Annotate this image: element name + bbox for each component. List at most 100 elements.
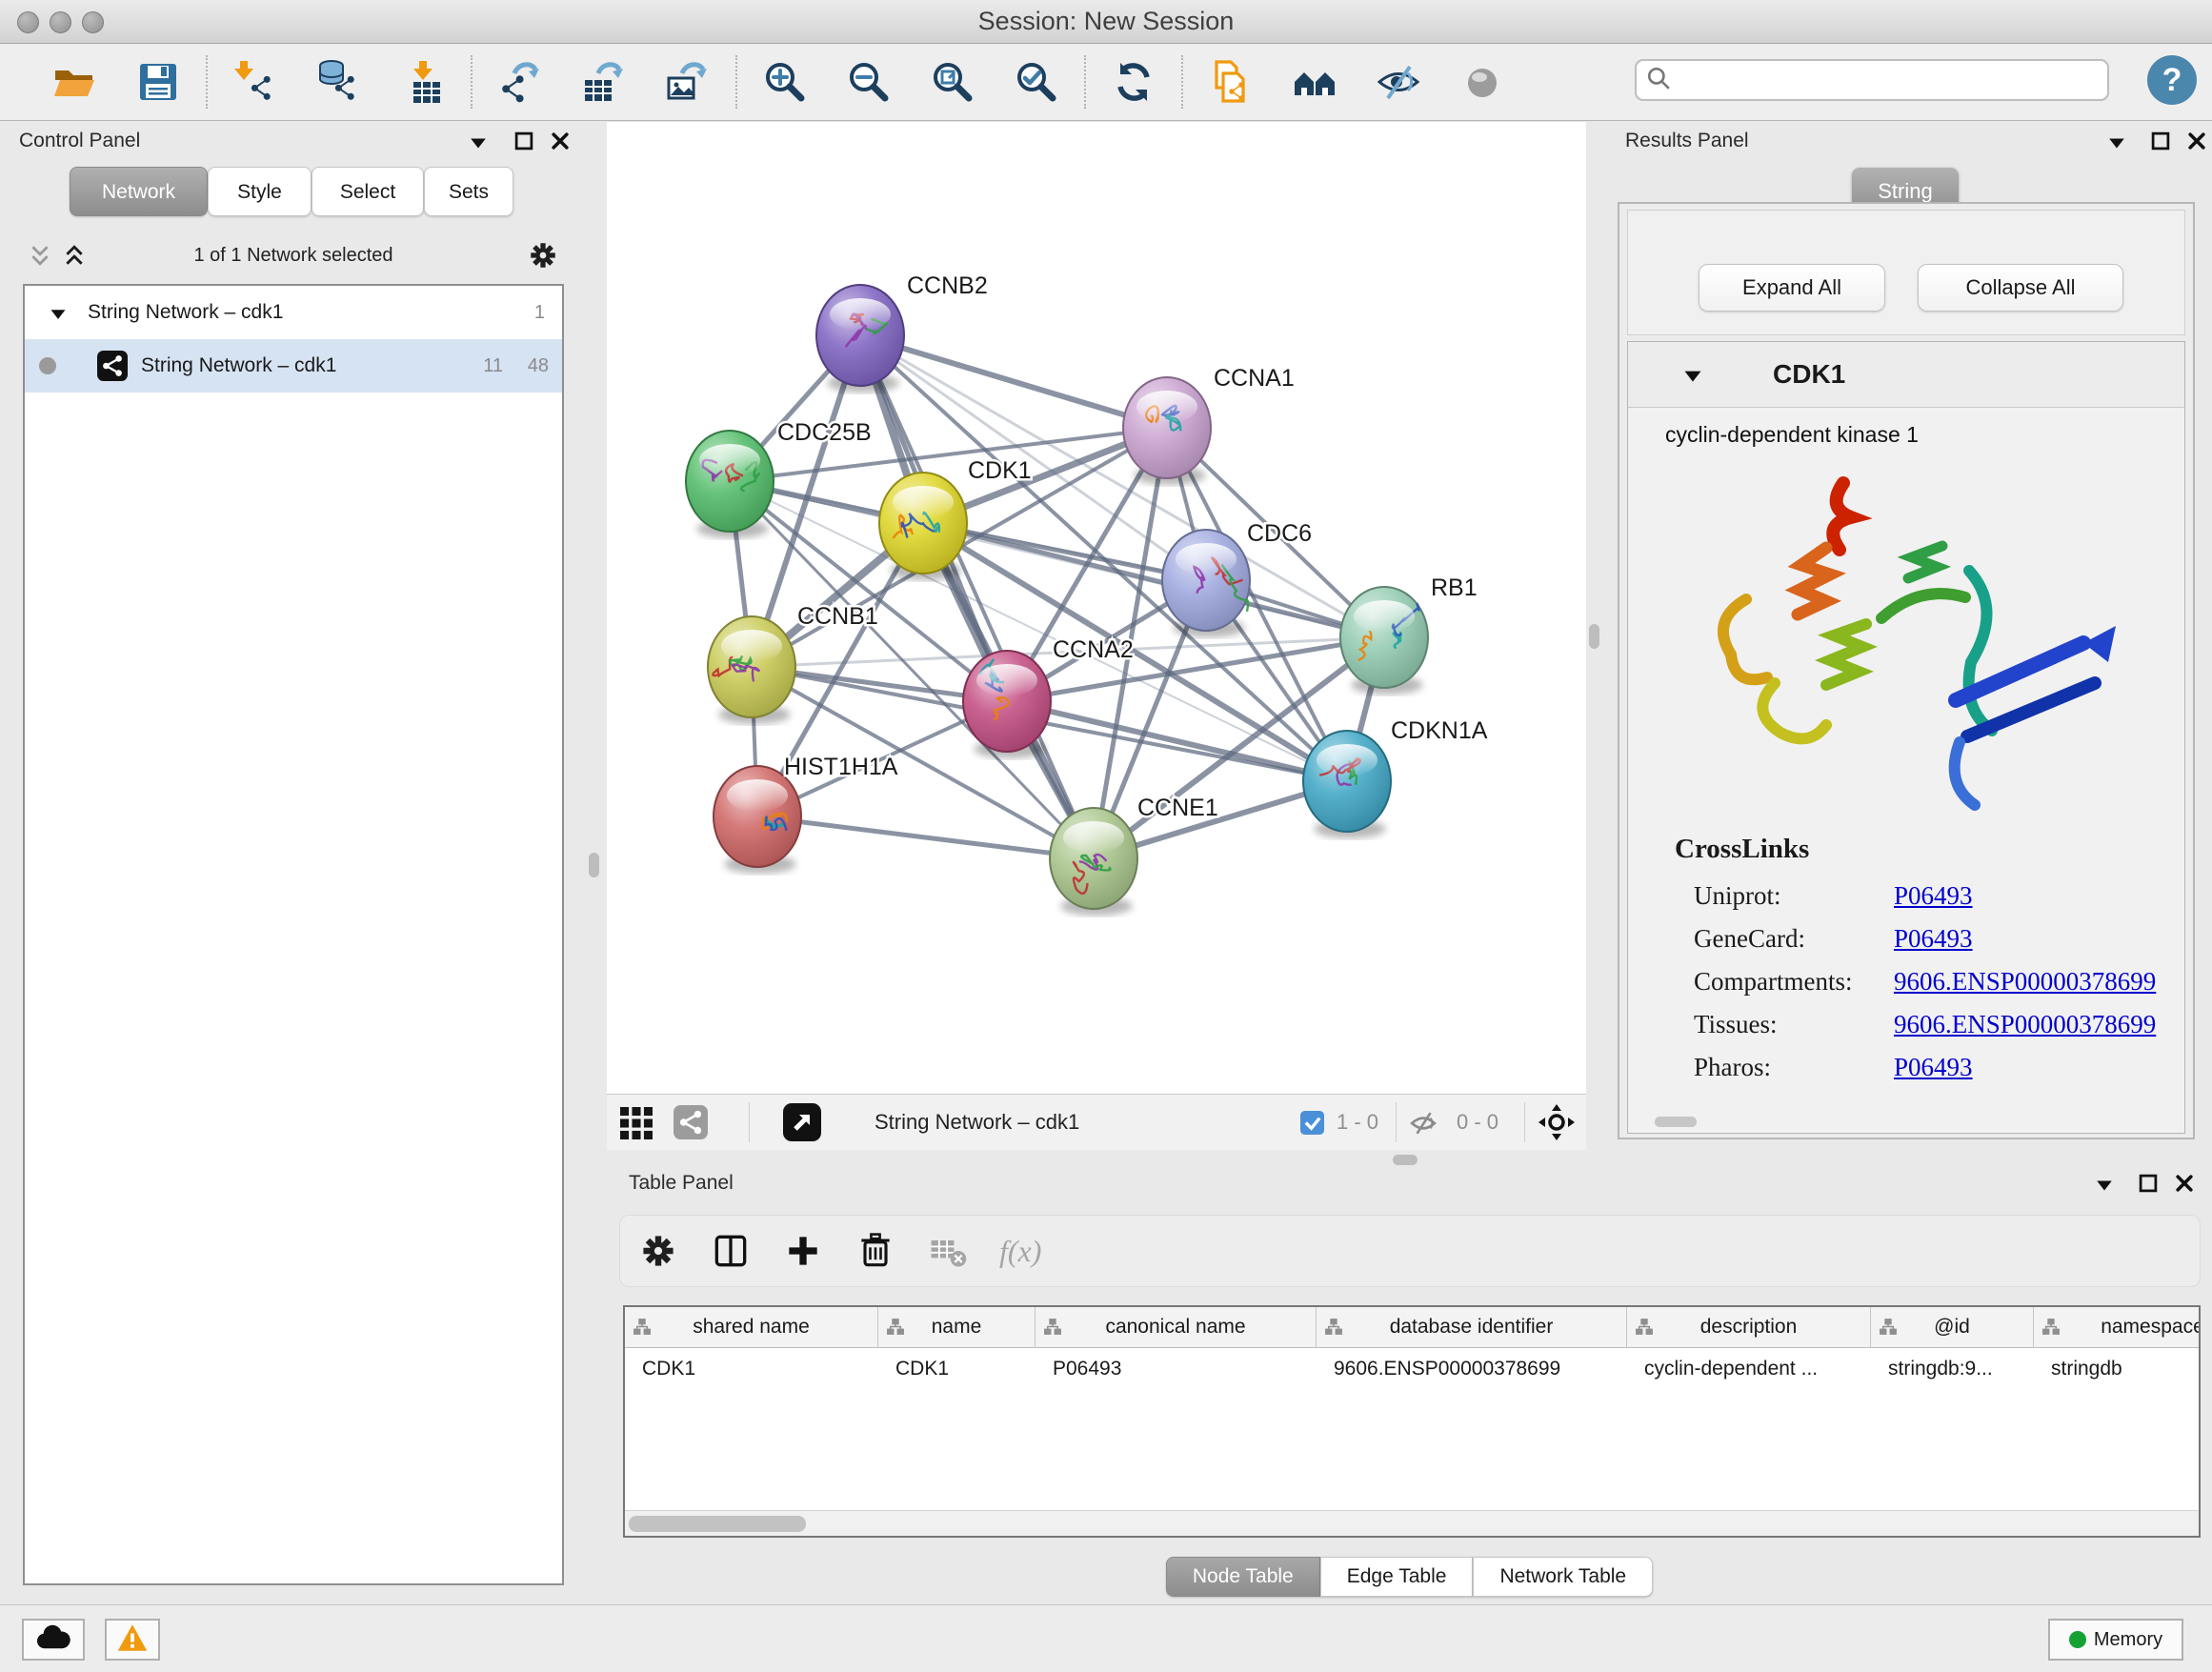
- network-edge-CDK1-RB1[interactable]: [923, 523, 1384, 637]
- zoom-out-icon[interactable]: [846, 59, 892, 105]
- table-settings-gear-icon[interactable]: [637, 1230, 679, 1272]
- tab-network[interactable]: Network: [70, 167, 208, 216]
- zoom-selected-icon[interactable]: [1014, 59, 1059, 105]
- control-panel-close-icon[interactable]: [551, 131, 570, 151]
- network-node-CDKN1A[interactable]: CDKN1A: [1303, 717, 1488, 838]
- refresh-icon[interactable]: [1111, 59, 1156, 105]
- zoom-fit-icon[interactable]: [930, 59, 975, 105]
- first-neighbors-icon[interactable]: [1292, 59, 1337, 105]
- cdk1-card-header[interactable]: CDK1: [1628, 342, 2184, 408]
- open-in-new-window-icon[interactable]: [783, 1103, 821, 1141]
- export-image-icon[interactable]: [665, 59, 711, 105]
- network-node-label: CCNA2: [1053, 636, 1134, 663]
- network-node-RB1[interactable]: RB1: [1340, 574, 1478, 695]
- selected-checkbox-icon[interactable]: [1300, 1111, 1324, 1135]
- import-network-file-icon[interactable]: [232, 59, 278, 105]
- results-hscroll-thumb[interactable]: [1655, 1117, 1697, 1127]
- cdk1-name: CDK1: [1773, 342, 1845, 407]
- open-session-icon[interactable]: [51, 59, 97, 105]
- column-header-description[interactable]: description: [1627, 1307, 1871, 1347]
- export-network-icon[interactable]: [497, 59, 543, 105]
- network-edge-HIST1H1A-CCNE1[interactable]: [757, 816, 1094, 858]
- crosslink-link[interactable]: 9606.ENSP00000378699: [1894, 1010, 2156, 1039]
- collection-expand-triangle-icon[interactable]: [49, 307, 68, 321]
- tab-select[interactable]: Select: [312, 167, 424, 216]
- expand-all-networks-icon[interactable]: [63, 244, 86, 267]
- import-table-icon[interactable]: [400, 59, 446, 105]
- table-toolbar: f(x): [619, 1215, 2201, 1287]
- table-cell: 9606.ENSP00000378699: [1317, 1348, 1627, 1390]
- network-edge-CCNB2-CCNA1[interactable]: [860, 335, 1167, 428]
- import-network-database-icon[interactable]: [316, 59, 362, 105]
- cdk1-collapse-triangle-icon[interactable]: [1681, 368, 1704, 384]
- show-columns-icon[interactable]: [710, 1230, 752, 1272]
- show-all-icon[interactable]: [1459, 59, 1505, 105]
- network-options-gear-icon[interactable]: [526, 238, 560, 272]
- results-panel-collapse-icon[interactable]: [2107, 135, 2126, 151]
- crosslink-link[interactable]: P06493: [1894, 881, 1973, 911]
- collapse-all-button[interactable]: Collapse All: [1918, 264, 2123, 312]
- table-cell: P06493: [1036, 1348, 1317, 1390]
- table-row[interactable]: CDK1CDK1P064939606.ENSP00000378699cyclin…: [625, 1348, 2199, 1390]
- share-network-gray-icon[interactable]: [674, 1105, 708, 1139]
- left-splitter-handle[interactable]: [589, 853, 599, 877]
- crosslinks-title: CrossLinks: [1675, 834, 2156, 865]
- table-hscroll-thumb[interactable]: [629, 1516, 806, 1532]
- birdseye-view-icon[interactable]: [620, 1107, 653, 1139]
- network-node-HIST1H1A[interactable]: HIST1H1A: [714, 754, 898, 874]
- network-canvas[interactable]: CCNB2 CCNA1 CDC25B CDK1 CDC6 RB1 CCNB1: [607, 122, 1586, 1094]
- results-panel-float-icon[interactable]: [2151, 131, 2170, 151]
- network-collection-row[interactable]: String Network – cdk1 1: [25, 286, 562, 339]
- right-splitter-handle[interactable]: [1589, 624, 1599, 649]
- crosslink-link[interactable]: P06493: [1894, 924, 1973, 954]
- tab-network-table[interactable]: Network Table: [1473, 1557, 1653, 1597]
- column-header-canonicalname[interactable]: canonical name: [1036, 1307, 1317, 1347]
- tab-node-table[interactable]: Node Table: [1166, 1557, 1320, 1597]
- hidden-eye-slash-icon[interactable]: [1409, 1110, 1438, 1137]
- control-panel-float-icon[interactable]: [514, 131, 533, 151]
- control-panel: Control Panel NetworkStyleSelectSets 1 o…: [0, 122, 585, 1604]
- control-panel-collapse-icon[interactable]: [469, 135, 488, 151]
- clone-network-icon[interactable]: [1208, 59, 1254, 105]
- cloud-button[interactable]: [22, 1619, 85, 1661]
- fit-content-crosshair-icon[interactable]: [1538, 1103, 1576, 1141]
- column-header-id[interactable]: @id: [1871, 1307, 2034, 1347]
- toolbar-separator: [735, 55, 737, 109]
- collapse-all-networks-icon[interactable]: [29, 244, 51, 267]
- tab-sets[interactable]: Sets: [424, 167, 513, 216]
- warnings-button[interactable]: [105, 1619, 160, 1661]
- window-title: Session: New Session: [0, 0, 2212, 43]
- save-session-icon[interactable]: [135, 59, 181, 105]
- tab-style[interactable]: Style: [208, 167, 312, 216]
- search-input[interactable]: [1679, 67, 2107, 93]
- zoom-in-icon[interactable]: [762, 59, 808, 105]
- string-network-icon: [97, 351, 128, 381]
- table-panel-close-icon[interactable]: [2175, 1174, 2194, 1193]
- column-header-name[interactable]: name: [878, 1307, 1036, 1347]
- add-column-icon[interactable]: [782, 1230, 824, 1272]
- results-panel-close-icon[interactable]: [2187, 131, 2206, 151]
- crosslink-link[interactable]: 9606.ENSP00000378699: [1894, 967, 2156, 997]
- network-row-selected[interactable]: String Network – cdk1 11 48: [25, 339, 562, 393]
- network-edge-CCNA2-CDKN1A[interactable]: [1007, 701, 1347, 781]
- table-panel-float-icon[interactable]: [2139, 1174, 2158, 1193]
- tab-edge-table[interactable]: Edge Table: [1320, 1557, 1474, 1597]
- hide-selected-icon[interactable]: [1376, 59, 1421, 105]
- help-button[interactable]: ?: [2147, 55, 2197, 105]
- network-node-CCNA2[interactable]: CCNA2: [963, 636, 1134, 758]
- expand-all-button[interactable]: Expand All: [1699, 264, 1885, 312]
- column-header-sharedname[interactable]: shared name: [625, 1307, 878, 1347]
- bottom-splitter-handle[interactable]: [1393, 1155, 1418, 1165]
- column-header-databaseidentifier[interactable]: database identifier: [1317, 1307, 1627, 1347]
- network-node-CCNE1[interactable]: CCNE1: [1050, 795, 1218, 916]
- network-node-CDC6[interactable]: CDC6: [1162, 520, 1312, 637]
- column-header-namespace[interactable]: namespace: [2034, 1307, 2201, 1347]
- network-node-label: CCNB1: [797, 603, 878, 630]
- crosslink-label: GeneCard:: [1694, 924, 1894, 954]
- crosslink-link[interactable]: P06493: [1894, 1053, 1973, 1082]
- delete-column-trash-icon[interactable]: [855, 1230, 896, 1272]
- table-panel-collapse-icon[interactable]: [2095, 1178, 2114, 1193]
- crosslink-row: GeneCard:P06493: [1675, 917, 2156, 960]
- memory-button[interactable]: Memory: [2048, 1619, 2183, 1661]
- export-table-icon[interactable]: [581, 59, 627, 105]
